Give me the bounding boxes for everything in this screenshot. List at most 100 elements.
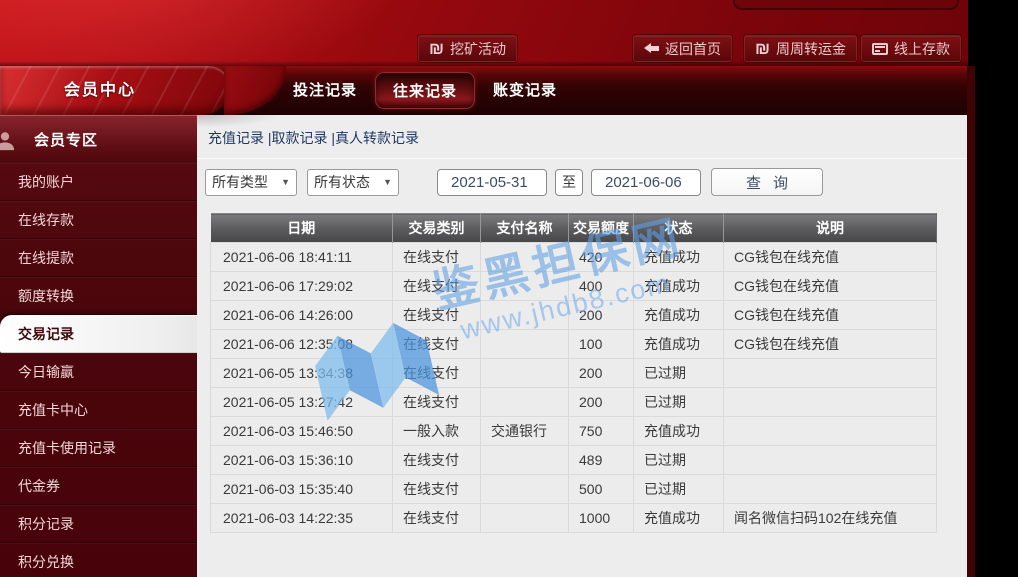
chevron-down-icon: ▼ <box>281 177 290 187</box>
cell <box>481 475 569 504</box>
status-filter-select[interactable]: 所有状态 ▼ <box>307 169 399 196</box>
cell: 在线支付 <box>393 446 481 475</box>
back-home-label: 返回首页 <box>665 39 721 59</box>
sidebar-menu: 我的账户在线存款在线提款额度转换交易记录今日输赢充值卡中心充值卡使用记录代金券积… <box>0 163 197 577</box>
type-filter-select[interactable]: 所有类型 ▼ <box>205 169 297 196</box>
link-充值记录[interactable]: 充值记录 <box>208 130 264 146</box>
back-home-button[interactable]: 返回首页 <box>633 35 732 62</box>
table-row: 2021-06-06 14:26:00在线支付200充值成功CG钱包在线充值 <box>211 301 937 330</box>
sidebar-item-代金券[interactable]: 代金券 <box>0 467 197 505</box>
cell <box>481 272 569 301</box>
sidebar-item-积分兑换[interactable]: 积分兑换 <box>0 543 197 577</box>
tab-bar: 投注记录往来记录账变记录 <box>197 66 968 115</box>
record-nav-bar: 投注记录往来记录账变记录 <box>197 66 968 115</box>
cell: 500 <box>569 475 634 504</box>
cell: CG钱包在线充值 <box>724 243 937 272</box>
tab-投注记录[interactable]: 投注记录 <box>275 72 375 109</box>
cell <box>481 301 569 330</box>
cell: CG钱包在线充值 <box>724 272 937 301</box>
date-to-input[interactable] <box>591 169 701 196</box>
tab-往来记录[interactable]: 往来记录 <box>375 72 475 109</box>
cell: 充值成功 <box>634 417 724 446</box>
cell: 在线支付 <box>393 330 481 359</box>
cell: 在线支付 <box>393 359 481 388</box>
table-row: 2021-06-05 13:34:38在线支付200已过期 <box>211 359 937 388</box>
mining-activity-button[interactable]: ₪ 挖矿活动 <box>418 35 517 62</box>
arrow-left-icon <box>644 43 659 54</box>
weekly-bonus-label: 周周转运金 <box>776 39 846 59</box>
cell: 1000 <box>569 504 634 533</box>
cell: 交通银行 <box>481 417 569 446</box>
shekel-icon: ₪ <box>755 40 770 57</box>
shekel-icon: ₪ <box>429 40 444 57</box>
sidebar-item-交易记录[interactable]: 交易记录 <box>0 315 197 353</box>
cell: 2021-06-03 15:35:40 <box>211 475 393 504</box>
cell: 2021-06-06 17:29:02 <box>211 272 393 301</box>
table-row: 2021-06-05 13:27:42在线支付200已过期 <box>211 388 937 417</box>
sidebar-item-今日输赢[interactable]: 今日输赢 <box>0 353 197 391</box>
date-from-input[interactable] <box>437 169 547 196</box>
cell: 在线支付 <box>393 272 481 301</box>
table-row: 2021-06-03 14:22:35在线支付1000充值成功闻名微信扫码102… <box>211 504 937 533</box>
bank-card-icon <box>872 43 888 55</box>
column-header-说明: 说明 <box>724 214 937 243</box>
filter-row: 所有类型 ▼ 所有状态 ▼ 至 查询 <box>197 168 967 196</box>
records-table: 日期交易类别支付名称交易额度状态说明 2021-06-06 18:41:11在线… <box>210 213 937 533</box>
table-body: 2021-06-06 18:41:11在线支付420充值成功CG钱包在线充值20… <box>211 243 937 533</box>
cell <box>724 359 937 388</box>
cell: 在线支付 <box>393 301 481 330</box>
cell: 200 <box>569 388 634 417</box>
online-deposit-label: 线上存款 <box>894 39 950 59</box>
sidebar-item-在线提款[interactable]: 在线提款 <box>0 239 197 277</box>
column-header-交易额度: 交易额度 <box>569 214 634 243</box>
column-header-支付名称: 支付名称 <box>481 214 569 243</box>
sidebar-item-在线存款[interactable]: 在线存款 <box>0 201 197 239</box>
sidebar-item-我的账户[interactable]: 我的账户 <box>0 163 197 201</box>
link-separator: | <box>328 130 336 146</box>
sidebar-item-积分记录[interactable]: 积分记录 <box>0 505 197 543</box>
link-separator: | <box>264 130 272 146</box>
cell: 充值成功 <box>634 330 724 359</box>
cell: 在线支付 <box>393 243 481 272</box>
type-filter-value: 所有类型 <box>212 172 268 192</box>
date-range-to-label: 至 <box>555 169 583 196</box>
online-deposit-button[interactable]: 线上存款 <box>861 35 961 62</box>
table-row: 2021-06-03 15:36:10在线支付489已过期 <box>211 446 937 475</box>
cell: CG钱包在线充值 <box>724 301 937 330</box>
cell: 2021-06-03 15:46:50 <box>211 417 393 446</box>
cell <box>724 446 937 475</box>
weekly-bonus-button[interactable]: ₪ 周周转运金 <box>744 35 857 62</box>
cell <box>481 446 569 475</box>
cell <box>481 243 569 272</box>
cell <box>724 388 937 417</box>
cell: 489 <box>569 446 634 475</box>
cell: 2021-06-06 12:35:08 <box>211 330 393 359</box>
sidebar: 会员专区 我的账户在线存款在线提款额度转换交易记录今日输赢充值卡中心充值卡使用记… <box>0 115 197 577</box>
sidebar-section-header: 会员专区 <box>0 115 197 163</box>
cell: 已过期 <box>634 359 724 388</box>
tab-账变记录[interactable]: 账变记录 <box>475 72 575 109</box>
cell: 2021-06-03 14:22:35 <box>211 504 393 533</box>
cell: 750 <box>569 417 634 446</box>
table-row: 2021-06-06 18:41:11在线支付420充值成功CG钱包在线充值 <box>211 243 937 272</box>
cell: 2021-06-06 14:26:00 <box>211 301 393 330</box>
member-center-tab: 会员中心 <box>0 66 230 115</box>
cell <box>724 475 937 504</box>
search-button[interactable]: 查询 <box>711 168 823 196</box>
sidebar-item-额度转换[interactable]: 额度转换 <box>0 277 197 315</box>
table-header-row: 日期交易类别支付名称交易额度状态说明 <box>211 214 937 243</box>
link-真人转款记录[interactable]: 真人转款记录 <box>335 130 419 146</box>
cell: 已过期 <box>634 446 724 475</box>
sidebar-item-充值卡中心[interactable]: 充值卡中心 <box>0 391 197 429</box>
cell <box>481 359 569 388</box>
divider <box>197 158 967 159</box>
right-edge-strip <box>967 66 975 577</box>
cell: 2021-06-06 18:41:11 <box>211 243 393 272</box>
sidebar-item-充值卡使用记录[interactable]: 充值卡使用记录 <box>0 429 197 467</box>
cell: 在线支付 <box>393 504 481 533</box>
link-取款记录[interactable]: 取款记录 <box>272 130 328 146</box>
cell: 一般入款 <box>393 417 481 446</box>
cell: CG钱包在线充值 <box>724 330 937 359</box>
cell: 100 <box>569 330 634 359</box>
cell <box>724 417 937 446</box>
